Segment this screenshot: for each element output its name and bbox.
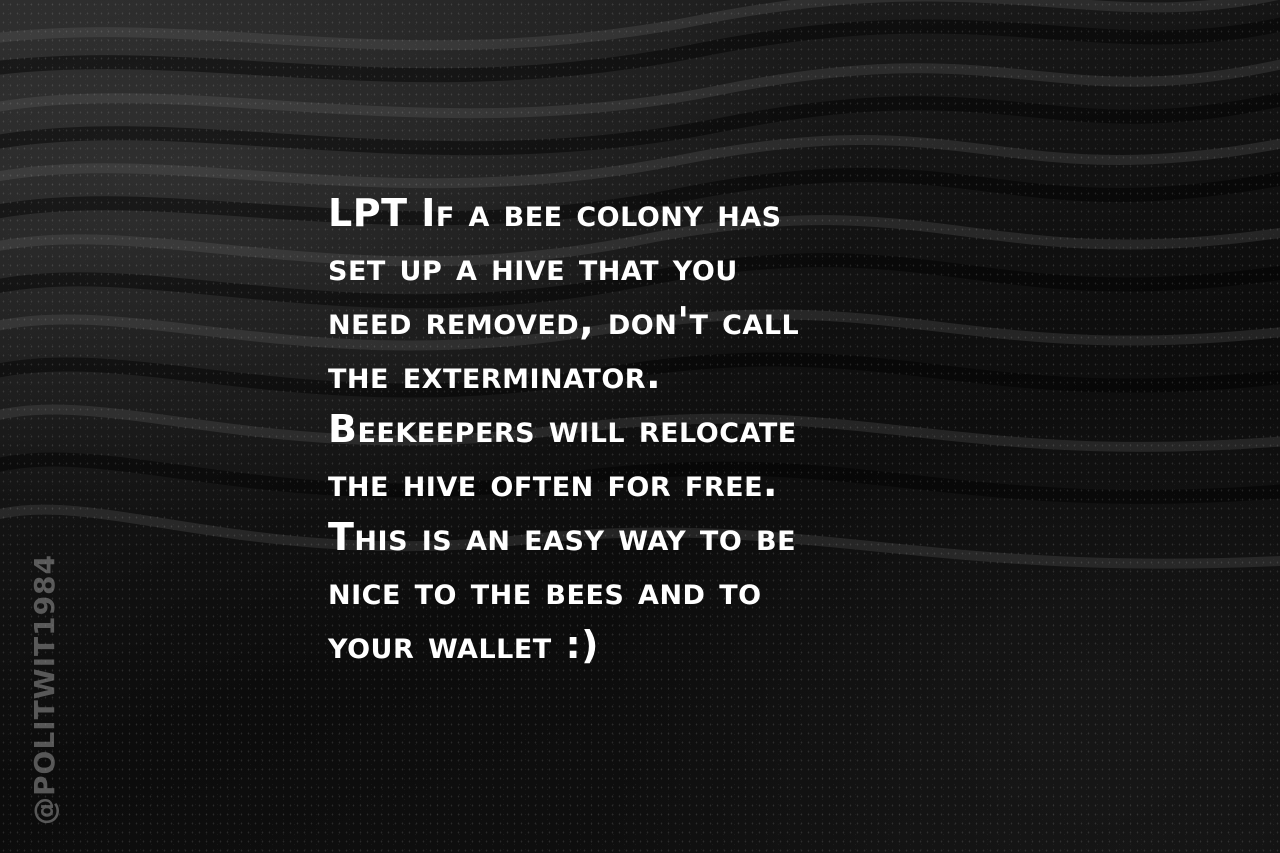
quote-text: LPT If a bee colony has set up a hive th… [328, 191, 800, 667]
poster-canvas: LPT If a bee colony has set up a hive th… [0, 0, 1280, 853]
watermark-handle: @POLITWIT1984 [28, 553, 61, 825]
